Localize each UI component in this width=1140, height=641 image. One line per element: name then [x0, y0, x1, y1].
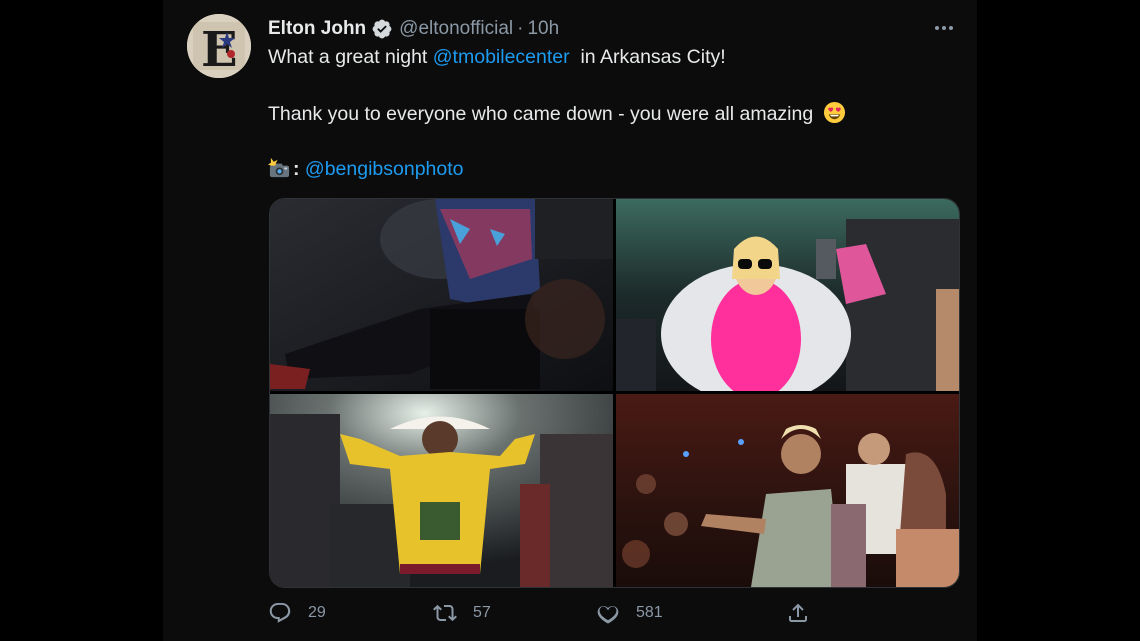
mention-link-bengibsonphoto[interactable]: @bengibsonphoto: [305, 158, 464, 180]
photo-performer-piano[interactable]: [270, 199, 613, 391]
tweet-text-part: What a great night: [268, 46, 433, 68]
tweet-card[interactable]: E Elton John @eltonofficial · 10h What a…: [163, 0, 977, 641]
share-icon: [789, 603, 807, 622]
retweet-icon: [433, 604, 457, 622]
retweet-button[interactable]: 57: [433, 601, 491, 625]
reply-button[interactable]: 29: [268, 601, 326, 625]
avatar-image: E: [187, 14, 251, 78]
tweet-text-part: Thank you to everyone who came down - yo…: [268, 103, 814, 125]
tweet-text-part: in Arkansas City!: [569, 46, 726, 68]
like-button[interactable]: 581: [596, 601, 663, 625]
tweet-actions: 29 57 581: [268, 601, 848, 631]
camera-flash-emoji-icon: [268, 156, 291, 179]
media-grid: [269, 198, 960, 588]
avatar-letter: E: [201, 22, 238, 78]
tweet-text-line-2: Thank you to everyone who came down - yo…: [268, 101, 846, 126]
reply-count: 29: [308, 604, 326, 621]
avatar[interactable]: E: [187, 14, 251, 78]
heart-icon: [597, 605, 619, 624]
photo-fan-dancing-crowd[interactable]: [616, 394, 959, 587]
tweet-header: Elton John @eltonofficial · 10h: [268, 16, 559, 42]
tweet-timestamp[interactable]: 10h: [527, 18, 559, 40]
like-count: 581: [636, 604, 663, 621]
heart-eyes-emoji-icon: [823, 101, 846, 124]
mention-link-tmobilecenter[interactable]: @tmobilecenter: [433, 46, 570, 68]
tweet-text-line-1: What a great night @tmobilecenter in Ark…: [268, 46, 726, 69]
verified-badge-icon: [371, 18, 393, 40]
photo-fan-pink-boa[interactable]: [616, 199, 959, 391]
tweet-text-line-3: : @bengibsonphoto: [268, 156, 464, 181]
author-handle[interactable]: @eltonofficial: [399, 18, 513, 40]
photo-fan-crocodile-rock-jacket[interactable]: [270, 394, 613, 587]
share-button[interactable]: [786, 601, 810, 625]
tweet-text-part: :: [293, 158, 300, 180]
author-name[interactable]: Elton John: [268, 18, 366, 40]
reply-icon: [269, 603, 291, 623]
retweet-count: 57: [473, 604, 491, 621]
separator-dot: ·: [517, 18, 524, 39]
more-options-icon[interactable]: [931, 16, 957, 40]
